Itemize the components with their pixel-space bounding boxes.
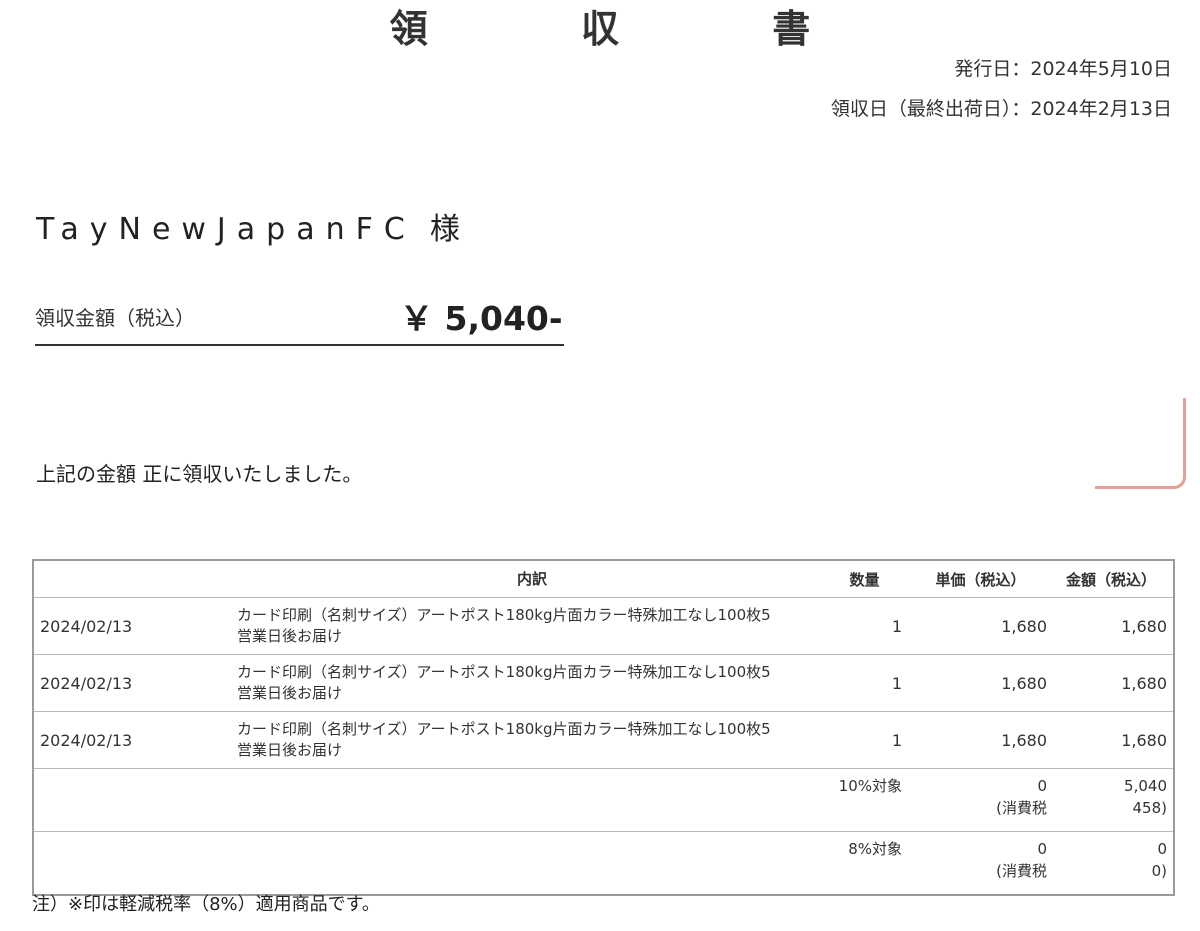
tax-base: 0 (消費税 — [914, 831, 1055, 896]
row-unit-price: 1,680 — [914, 711, 1055, 769]
received-statement: 上記の金額 正に領収いたしました。 — [36, 462, 363, 486]
tax-amount-value: 5,040 — [1124, 777, 1167, 795]
receipt-date: 領収日（最終出荷日）：2024年2月13日 — [830, 98, 1172, 120]
header-amount: 金額（税込） — [1055, 559, 1174, 598]
tax-amount-consumption: 0) — [1151, 862, 1167, 880]
recipient-honorific: 様 — [429, 212, 460, 247]
row-amount: 1,680 — [1055, 597, 1174, 655]
page-title: 領 収 書 — [389, 7, 881, 51]
amount-value: ￥ 5,040- — [400, 299, 563, 338]
amount-label: 領収金額（税込） — [35, 306, 195, 330]
row-description-line1: カード印刷（名刺サイズ）アートポスト180kg片面カラー特殊加工なし100枚5 — [237, 663, 771, 681]
tax-row-8: 8%対象 0 (消費税 0 0) — [33, 831, 1174, 896]
tax-base-value: 0 — [1037, 840, 1047, 858]
row-description: カード印刷（名刺サイズ）アートポスト180kg片面カラー特殊加工なし100枚5 営… — [237, 597, 827, 655]
row-date: 2024/02/13 — [33, 654, 237, 712]
tax-spacer — [33, 831, 827, 896]
row-quantity: 1 — [827, 597, 914, 655]
table-row: 2024/02/13 カード印刷（名刺サイズ）アートポスト180kg片面カラー特… — [33, 597, 1174, 655]
row-date: 2024/02/13 — [33, 711, 237, 769]
table-row: 2024/02/13 カード印刷（名刺サイズ）アートポスト180kg片面カラー特… — [33, 654, 1174, 712]
tax-row-10: 10%対象 0 (消費税 5,040 458) — [33, 768, 1174, 832]
header-date-cell — [33, 559, 237, 598]
row-quantity: 1 — [827, 654, 914, 712]
tax-amount-value: 0 — [1157, 840, 1167, 858]
row-unit-price: 1,680 — [914, 597, 1055, 655]
row-description-line1: カード印刷（名刺サイズ）アートポスト180kg片面カラー特殊加工なし100枚5 — [237, 606, 771, 624]
header-description: 内訳 — [237, 559, 827, 598]
recipient: TayNewJapanFC 様 — [36, 204, 460, 248]
seal-stamp — [1095, 398, 1186, 489]
row-date: 2024/02/13 — [33, 597, 237, 655]
tax-amount-consumption: 458) — [1132, 799, 1167, 817]
tax-label-consumption: (消費税 — [996, 799, 1047, 817]
tax-base-value: 0 — [1037, 777, 1047, 795]
table-header-row: 内訳 数量 単価（税込） 金額（税込） — [33, 559, 1174, 598]
issue-date: 発行日：2024年5月10日 — [954, 58, 1172, 80]
row-amount: 1,680 — [1055, 654, 1174, 712]
tax-label: 8%対象 — [827, 831, 914, 896]
header-unit-price: 単価（税込） — [914, 559, 1055, 598]
row-description-line2: 営業日後お届け — [237, 684, 343, 702]
tax-base: 0 (消費税 — [914, 768, 1055, 832]
table-row: 2024/02/13 カード印刷（名刺サイズ）アートポスト180kg片面カラー特… — [33, 711, 1174, 769]
row-description-line2: 営業日後お届け — [237, 627, 343, 645]
tax-label-consumption: (消費税 — [996, 862, 1047, 880]
tax-amount: 5,040 458) — [1055, 768, 1174, 832]
row-quantity: 1 — [827, 711, 914, 769]
details-table: 内訳 数量 単価（税込） 金額（税込） 2024/02/13 カード印刷（名刺サ… — [32, 559, 1175, 896]
tax-amount: 0 0) — [1055, 831, 1174, 896]
row-amount: 1,680 — [1055, 711, 1174, 769]
row-description-line1: カード印刷（名刺サイズ）アートポスト180kg片面カラー特殊加工なし100枚5 — [237, 720, 771, 738]
tax-spacer — [33, 768, 827, 832]
header-quantity: 数量 — [827, 559, 914, 598]
row-unit-price: 1,680 — [914, 654, 1055, 712]
footnote: 注）※印は軽減税率（8%）適用商品です。 — [32, 894, 380, 915]
received-amount: 領収金額（税込） ￥ 5,040- — [35, 290, 564, 346]
row-description: カード印刷（名刺サイズ）アートポスト180kg片面カラー特殊加工なし100枚5 営… — [237, 711, 827, 769]
recipient-name: TayNewJapanFC — [36, 212, 416, 247]
row-description: カード印刷（名刺サイズ）アートポスト180kg片面カラー特殊加工なし100枚5 営… — [237, 654, 827, 712]
tax-label: 10%対象 — [827, 768, 914, 832]
row-description-line2: 営業日後お届け — [237, 741, 343, 759]
